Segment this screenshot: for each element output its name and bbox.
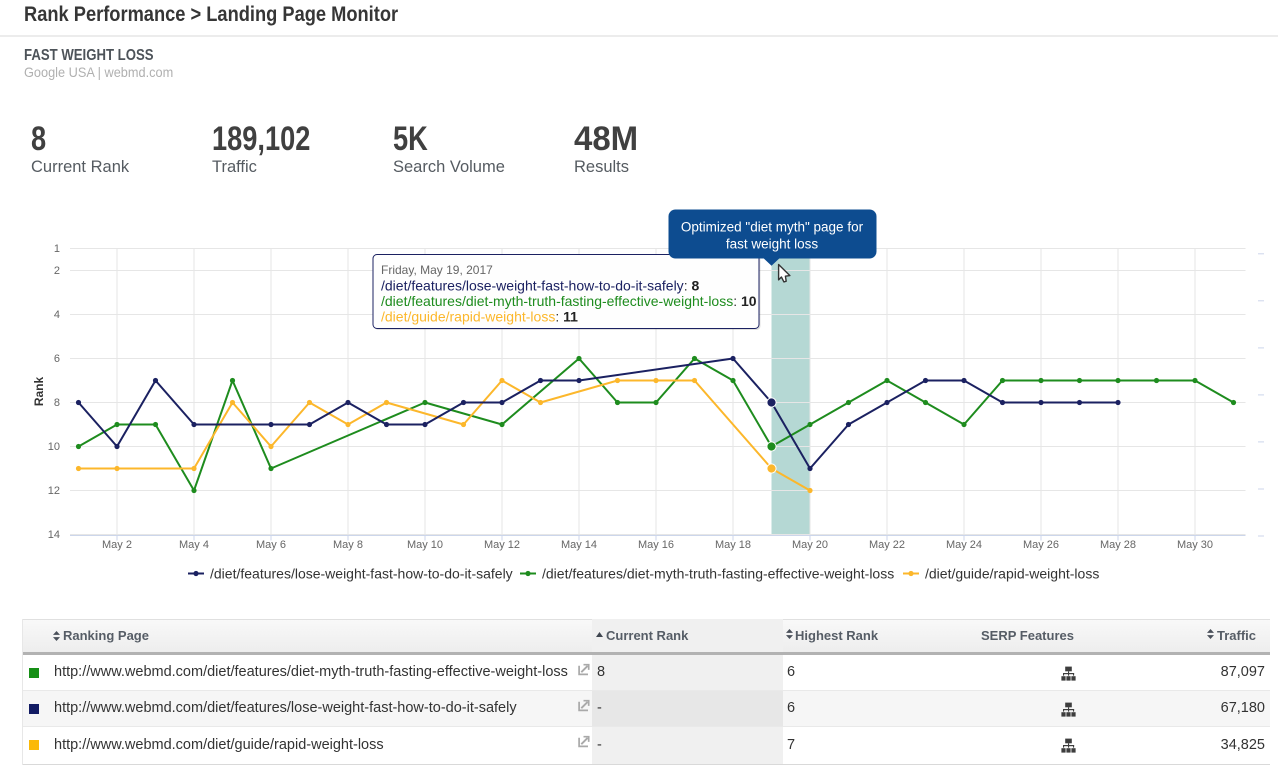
svg-text:May 28: May 28 bbox=[1100, 539, 1136, 551]
svg-text:May 4: May 4 bbox=[179, 539, 209, 551]
svg-text:/diet/guide/rapid-weight-loss:: /diet/guide/rapid-weight-loss: 11 bbox=[381, 309, 578, 325]
svg-text:14: 14 bbox=[48, 529, 60, 541]
svg-text:/diet/features/diet-myth-truth: /diet/features/diet-myth-truth-fasting-e… bbox=[381, 293, 757, 309]
svg-text:May 26: May 26 bbox=[1023, 539, 1059, 551]
svg-text:May 22: May 22 bbox=[869, 539, 905, 551]
svg-text:/diet/features/lose-weight-fas: /diet/features/lose-weight-fast-how-to-d… bbox=[381, 278, 699, 294]
svg-text:May 24: May 24 bbox=[946, 539, 982, 551]
svg-text:fast weight loss: fast weight loss bbox=[726, 237, 819, 252]
svg-text:May 16: May 16 bbox=[638, 539, 674, 551]
svg-text:May 18: May 18 bbox=[715, 539, 751, 551]
svg-text:/diet/features/lose-weight-fas: /diet/features/lose-weight-fast-how-to-d… bbox=[210, 566, 513, 582]
svg-text:May 20: May 20 bbox=[792, 539, 828, 551]
svg-text:May 10: May 10 bbox=[407, 539, 443, 551]
svg-text:2: 2 bbox=[54, 265, 60, 277]
svg-text:6: 6 bbox=[54, 353, 60, 365]
svg-text:1: 1 bbox=[54, 243, 60, 255]
svg-text:May 2: May 2 bbox=[102, 539, 132, 551]
svg-text:10: 10 bbox=[48, 441, 60, 453]
svg-text:Rank: Rank bbox=[32, 377, 46, 407]
svg-text:May 6: May 6 bbox=[256, 539, 286, 551]
svg-text:May 12: May 12 bbox=[484, 539, 520, 551]
svg-text:Optimized "diet myth" page for: Optimized "diet myth" page for bbox=[681, 220, 864, 235]
svg-text:12: 12 bbox=[48, 485, 60, 497]
svg-text:May 14: May 14 bbox=[561, 539, 597, 551]
svg-text:/diet/features/diet-myth-truth: /diet/features/diet-myth-truth-fasting-e… bbox=[542, 566, 894, 582]
svg-text:May 30: May 30 bbox=[1177, 539, 1213, 551]
svg-text:4: 4 bbox=[54, 309, 60, 321]
svg-text:May 8: May 8 bbox=[333, 539, 363, 551]
svg-text:Friday, May 19, 2017: Friday, May 19, 2017 bbox=[381, 263, 493, 277]
svg-text:8: 8 bbox=[54, 397, 60, 409]
svg-text:/diet/guide/rapid-weight-loss: /diet/guide/rapid-weight-loss bbox=[925, 566, 1099, 582]
